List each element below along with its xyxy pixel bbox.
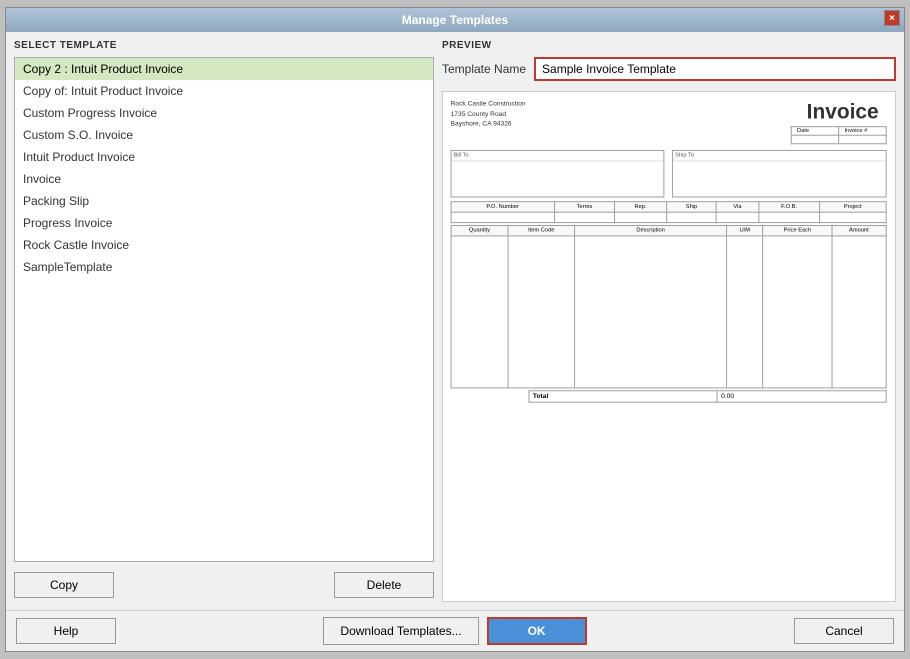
address-line1: 1735 County Road (451, 110, 526, 120)
col-rep: Rep. (615, 202, 667, 212)
list-item[interactable]: Custom S.O. Invoice (15, 124, 433, 146)
invoice-preview: Rock Castle Construction 1735 County Roa… (442, 91, 896, 602)
date-value (791, 135, 839, 144)
ship-to-box: Ship To (672, 150, 886, 198)
list-item[interactable]: SampleTemplate (15, 256, 433, 278)
left-button-row: Copy Delete (14, 568, 434, 602)
price-each-cell (763, 236, 832, 388)
col-quantity: Quantity (451, 225, 508, 235)
address-line2: Bayshore, CA 94326 (451, 120, 526, 130)
preview-label: PREVIEW (442, 40, 896, 51)
po-val (451, 212, 554, 222)
invoice-date-table: Date Invoice # (790, 126, 886, 144)
total-table: Total 0.00 (451, 390, 887, 402)
dialog-footer: Help Download Templates... OK Cancel (6, 610, 904, 651)
invoice-num-header: Invoice # (838, 127, 886, 136)
invoice-inner: Rock Castle Construction 1735 County Roa… (443, 92, 894, 412)
col-price-each: Price Each (763, 225, 832, 235)
ship-to-label: Ship To (673, 151, 885, 161)
help-button[interactable]: Help (16, 618, 116, 644)
copy-button[interactable]: Copy (14, 572, 114, 598)
col-description: Description (575, 225, 727, 235)
qty-cell (451, 236, 508, 388)
invoice-title-area: Invoice Date Invoice # (790, 100, 886, 145)
amount-cell (832, 236, 886, 388)
template-name-label: Template Name (442, 62, 526, 76)
um-cell (727, 236, 763, 388)
company-info: Rock Castle Construction 1735 County Roa… (451, 100, 526, 130)
footer-center: Download Templates... OK (323, 617, 586, 645)
close-button[interactable]: × (884, 10, 900, 26)
cancel-button[interactable]: Cancel (794, 618, 894, 644)
footer-right: Cancel (794, 618, 894, 644)
invoice-num-value (838, 135, 886, 144)
ok-button[interactable]: OK (487, 617, 587, 645)
col-fob: F.O.B. (758, 202, 819, 212)
col-po: P.O. Number (451, 202, 554, 212)
list-item[interactable]: Rock Castle Invoice (15, 234, 433, 256)
list-item[interactable]: Copy 2 : Intuit Product Invoice (15, 58, 433, 80)
project-val (820, 212, 886, 222)
total-label: Total (529, 391, 717, 402)
col-terms: Terms (554, 202, 614, 212)
dialog-body: SELECT TEMPLATE Copy 2 : Intuit Product … (6, 32, 904, 610)
download-templates-button[interactable]: Download Templates... (323, 617, 478, 645)
list-item[interactable]: Packing Slip (15, 190, 433, 212)
line-item-row (451, 236, 886, 388)
invoice-header: Rock Castle Construction 1735 County Roa… (451, 100, 887, 145)
company-name: Rock Castle Construction (451, 100, 526, 110)
delete-button[interactable]: Delete (334, 572, 434, 598)
bill-to-label: Bill To (452, 151, 664, 161)
select-template-label: SELECT TEMPLATE (14, 40, 434, 51)
invoice-title: Invoice (807, 100, 879, 125)
po-terms-table: P.O. Number Terms Rep. Ship Via F.O.B. P… (451, 201, 887, 223)
list-item[interactable]: Invoice (15, 168, 433, 190)
right-panel: PREVIEW Template Name Rock Castle Constr… (442, 40, 896, 602)
dialog-title: Manage Templates (402, 13, 508, 27)
col-um: U/M (727, 225, 763, 235)
terms-val (554, 212, 614, 222)
col-project: Project (820, 202, 886, 212)
total-empty (451, 391, 529, 402)
ship-val (666, 212, 716, 222)
line-items-table: Quantity Item Code Description U/M Price… (451, 225, 887, 388)
col-item-code: Item Code (508, 225, 575, 235)
list-item[interactable]: Intuit Product Invoice (15, 146, 433, 168)
rep-val (615, 212, 667, 222)
list-item[interactable]: Progress Invoice (15, 212, 433, 234)
template-name-row: Template Name (442, 57, 896, 81)
via-val (717, 212, 759, 222)
close-icon: × (889, 13, 895, 24)
manage-templates-dialog: Manage Templates × SELECT TEMPLATE Copy … (5, 7, 905, 652)
template-list[interactable]: Copy 2 : Intuit Product InvoiceCopy of: … (14, 57, 434, 562)
address-section: Bill To Ship To (451, 150, 887, 198)
footer-left: Help (16, 618, 116, 644)
fob-val (758, 212, 819, 222)
date-header: Date (791, 127, 839, 136)
left-panel: SELECT TEMPLATE Copy 2 : Intuit Product … (14, 40, 434, 602)
col-amount: Amount (832, 225, 886, 235)
bill-to-box: Bill To (451, 150, 665, 198)
list-item[interactable]: Custom Progress Invoice (15, 102, 433, 124)
total-value: 0.00 (717, 391, 886, 402)
item-code-cell (508, 236, 575, 388)
template-name-input[interactable] (534, 57, 896, 81)
list-item[interactable]: Copy of: Intuit Product Invoice (15, 80, 433, 102)
col-via: Via (717, 202, 759, 212)
col-ship: Ship (666, 202, 716, 212)
titlebar: Manage Templates × (6, 8, 904, 32)
description-cell (575, 236, 727, 388)
